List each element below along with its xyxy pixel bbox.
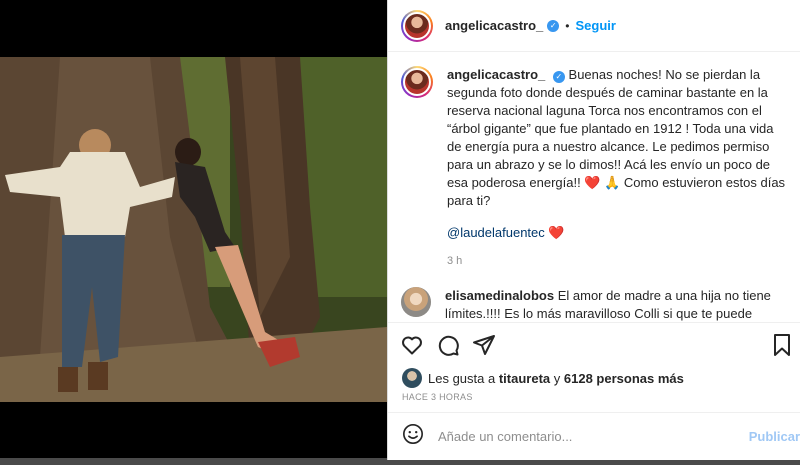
posted-time[interactable]: HACE 3 HORAS xyxy=(402,392,473,402)
caption-text: Buenas noches! No se pierdan la segunda … xyxy=(447,67,786,208)
add-comment-bar: Añade un comentario... Publicar xyxy=(388,412,800,460)
caption-username[interactable]: angelicacastro_ xyxy=(447,67,545,82)
emoji-icon[interactable] xyxy=(402,423,424,450)
follow-button[interactable]: Seguir xyxy=(575,18,615,33)
likes-line: Les gusta a titaureta y 6128 personas má… xyxy=(402,368,684,388)
verified-icon: ✓ xyxy=(547,19,560,32)
commenter-avatar[interactable] xyxy=(401,287,431,317)
likes-count[interactable]: 6128 personas más xyxy=(564,371,684,386)
liker-username[interactable]: titaureta xyxy=(499,371,550,386)
commenter-username[interactable]: elisamedinalobos xyxy=(445,288,554,303)
author-username[interactable]: angelicacastro_ xyxy=(445,18,543,33)
likes-conjunction: y xyxy=(553,370,561,386)
mention-link[interactable]: @laudelafuentec xyxy=(447,224,545,242)
comment-input[interactable]: Añade un comentario... xyxy=(438,429,718,444)
share-icon[interactable] xyxy=(472,333,496,357)
caption-avatar[interactable] xyxy=(401,66,433,98)
author-avatar[interactable] xyxy=(401,9,433,42)
comment-icon[interactable] xyxy=(436,333,460,357)
like-icon[interactable] xyxy=(400,333,424,357)
comment-block: elisamedinalobos El amor de madre a una … xyxy=(445,287,787,321)
save-icon[interactable] xyxy=(770,333,794,357)
post-photo[interactable] xyxy=(0,57,387,402)
separator-dot: • xyxy=(565,18,570,33)
likes-prefix: Les gusta a xyxy=(428,370,496,386)
heart-emoji: ❤️ xyxy=(548,225,565,240)
post-side-panel: angelicacastro_ ✓ • Seguir angelicacastr… xyxy=(387,0,800,460)
caption-row: angelicacastro_ ✓ Buenas noches! No se p… xyxy=(401,66,787,270)
action-bar xyxy=(388,322,800,366)
comment-row: elisamedinalobos El amor de madre a una … xyxy=(401,287,787,321)
liker-avatar[interactable] xyxy=(402,368,422,388)
post-photo-panel xyxy=(0,0,387,465)
post-header: angelicacastro_ ✓ • Seguir xyxy=(388,0,800,52)
publish-button[interactable]: Publicar xyxy=(749,429,800,444)
comments-section[interactable]: angelicacastro_ ✓ Buenas noches! No se p… xyxy=(388,53,800,321)
caption-time[interactable]: 3 h xyxy=(447,252,787,270)
caption-block: angelicacastro_ ✓ Buenas noches! No se p… xyxy=(447,66,787,270)
verified-icon: ✓ xyxy=(552,71,565,83)
